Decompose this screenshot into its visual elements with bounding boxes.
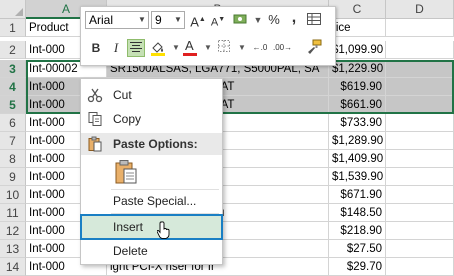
column-header-c[interactable]: C [329, 0, 386, 19]
font-color-icon[interactable]: A [181, 38, 199, 57]
menu-item-cut-label: Cut [113, 88, 132, 102]
cell[interactable]: $218.90 [329, 222, 386, 240]
bold-icon[interactable]: B [87, 39, 105, 57]
row-header[interactable]: 4 [0, 78, 26, 96]
paste-options-header: Paste Options: [81, 133, 222, 155]
cell[interactable]: $1,539.90 [329, 168, 386, 186]
row-header[interactable]: 6 [0, 114, 26, 132]
menu-item-insert-label: Insert [113, 220, 144, 234]
italic-icon[interactable]: I [107, 39, 125, 57]
menu-item-delete-label: Delete [113, 244, 148, 258]
cell[interactable] [386, 19, 454, 37]
row-header[interactable]: 1 [0, 19, 26, 37]
font-name-box[interactable]: Arial ▼ [85, 11, 149, 29]
cell[interactable]: $1,409.90 [329, 150, 386, 168]
scissors-icon [87, 87, 105, 103]
cell[interactable] [386, 114, 454, 132]
select-all-corner[interactable] [0, 0, 26, 19]
row-header[interactable]: 9 [0, 168, 26, 186]
menu-item-paste-special[interactable]: Paste Special... [81, 189, 222, 213]
table-row: 8 Int-000 A771, S5000PAL, SV $1,409.90 [0, 150, 454, 168]
font-size-box[interactable]: 9 ▼ [151, 11, 185, 29]
menu-item-delete[interactable]: Delete [81, 239, 222, 263]
borders-dropdown[interactable]: ▼ [233, 39, 251, 57]
table-row: 14 Int-000 ight PCI-X riser for Ir $29.7… [0, 258, 454, 276]
font-size-value: 9 [155, 13, 162, 27]
row-header[interactable]: 2 [0, 41, 26, 59]
table-row: 4 Int-000 775, i3000, VGA, 4xSAT $619.90 [0, 78, 454, 96]
column-header-d[interactable]: D [386, 0, 454, 19]
cell[interactable]: $148.50 [329, 204, 386, 222]
cell[interactable]: $1,289.90 [329, 132, 386, 150]
menu-separator [111, 213, 219, 214]
menu-item-paste-special-label: Paste Special... [113, 194, 197, 208]
menu-item-copy-label: Copy [113, 112, 142, 126]
cell[interactable] [386, 222, 454, 240]
cell[interactable] [386, 150, 454, 168]
row-header[interactable]: 11 [0, 204, 26, 222]
cell[interactable] [386, 186, 454, 204]
percent-style-icon[interactable]: % [265, 11, 283, 29]
paste-option-paste[interactable] [81, 157, 222, 187]
cell[interactable]: $1,099.90 [329, 41, 386, 59]
increase-decimal-icon[interactable]: ←.0 [251, 39, 269, 57]
table-row: 10 Int-000 ver RAID controller 'C $671.9… [0, 186, 454, 204]
paste-icon [113, 159, 139, 188]
cell[interactable]: $29.70 [329, 258, 386, 276]
cell[interactable] [386, 132, 454, 150]
grow-font-icon[interactable]: A▲ [189, 11, 207, 29]
cell[interactable] [386, 258, 454, 276]
cell[interactable] [386, 78, 454, 96]
decrease-decimal-icon[interactable]: .00→ [273, 39, 292, 57]
cell[interactable] [386, 60, 454, 78]
table-row: 13 Int-000 400/SR1435VP2 (1U $27.50 [0, 240, 454, 258]
align-center-icon[interactable] [127, 39, 145, 57]
chevron-down-icon[interactable]: ▼ [172, 12, 184, 28]
table-row: 12 Int-000 I hotswap backplan $218.90 [0, 222, 454, 240]
font-name-value: Arial [89, 13, 114, 27]
cell[interactable]: $733.90 [329, 114, 386, 132]
format-painter-icon[interactable] [305, 39, 323, 57]
cell[interactable]: rice [329, 19, 386, 37]
cell[interactable] [386, 96, 454, 114]
menu-item-cut[interactable]: Cut [81, 83, 222, 107]
cell[interactable]: $661.90 [329, 96, 386, 114]
clipboard-icon [87, 136, 105, 152]
row-header[interactable]: 5 [0, 96, 26, 114]
fill-color-icon[interactable] [149, 39, 167, 57]
row-header[interactable]: 13 [0, 240, 26, 258]
menu-item-insert[interactable]: Insert [80, 214, 223, 240]
currency-format-icon[interactable] [231, 11, 249, 29]
table-row: 6 Int-000 1, S5000VCL, SVGA $733.90 [0, 114, 454, 132]
paste-options-label: Paste Options: [113, 137, 198, 151]
row-header[interactable]: 12 [0, 222, 26, 240]
cell[interactable]: $671.90 [329, 186, 386, 204]
comma-style-icon[interactable]: , [285, 9, 303, 27]
menu-item-copy[interactable]: Copy [81, 107, 222, 131]
table-row: 7 Int-000 71, S5000PAL, SV $1,289.90 [0, 132, 454, 150]
cell[interactable]: $1,229.90 [329, 60, 386, 78]
cell[interactable]: $27.50 [329, 240, 386, 258]
table-row: 11 Int-000 (d), dual channel (if du $148… [0, 204, 454, 222]
context-menu: Cut Copy Paste Options: Paste Special...… [80, 78, 223, 265]
shrink-font-icon[interactable]: A▼ [209, 11, 227, 29]
table-row: 5 Int-000 775, i3000, VGA, 4xSAT $661.90 [0, 96, 454, 114]
cell[interactable] [386, 168, 454, 186]
mini-toolbar: Arial ▼ 9 ▼ A▲ A▼ ▼ % , B I ▼ A ▼ ▼ ←.0 … [80, 6, 336, 66]
row-header[interactable]: 7 [0, 132, 26, 150]
copy-icon [87, 111, 105, 127]
cell[interactable]: $619.90 [329, 78, 386, 96]
cell[interactable] [386, 240, 454, 258]
row-header[interactable]: 10 [0, 186, 26, 204]
table-row: 9 Int-000 A771, S5000PAL, FSI $1,539.90 [0, 168, 454, 186]
row-header[interactable]: 14 [0, 258, 26, 276]
row-header[interactable]: 8 [0, 150, 26, 168]
borders-icon[interactable] [215, 39, 233, 57]
cell[interactable] [386, 41, 454, 59]
cell[interactable] [386, 204, 454, 222]
format-table-icon[interactable] [305, 11, 323, 29]
chevron-down-icon[interactable]: ▼ [136, 12, 148, 28]
row-header[interactable]: 3 [0, 60, 26, 78]
